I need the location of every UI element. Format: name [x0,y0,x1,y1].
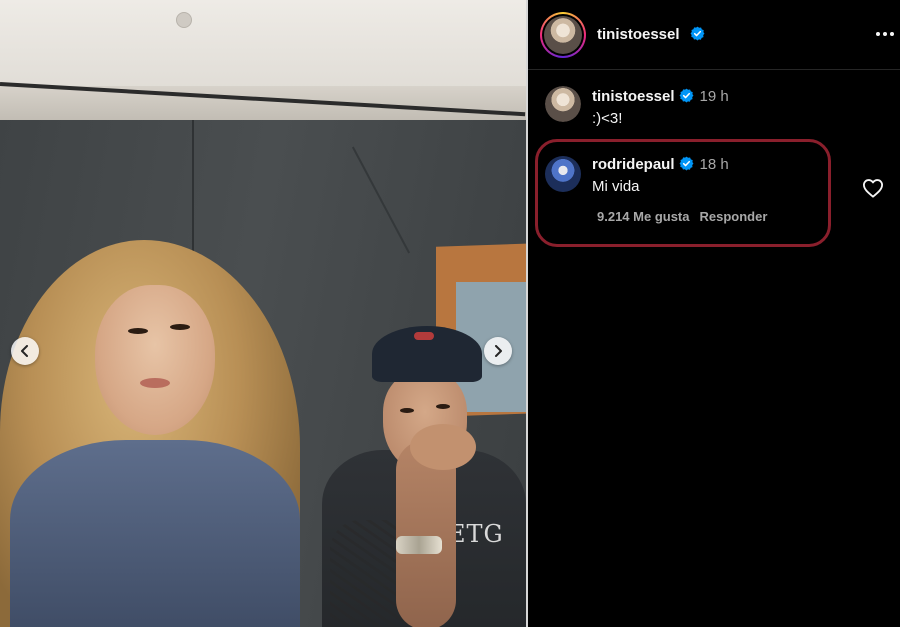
photo-smoke-detector [176,12,192,28]
chevron-left-icon [21,345,28,357]
comments-panel: tinistoessel tinistoessel 19 h :)<3! rod… [528,0,900,627]
highlight-annotation [535,139,831,247]
photo-watch [396,536,442,554]
comment-username[interactable]: tinistoessel [592,88,675,105]
heart-outline-icon[interactable] [862,178,884,198]
verified-badge-icon [679,88,693,103]
photo-man-eye [400,408,414,413]
photo-man-eye [436,404,450,409]
comment-time[interactable]: 19 h [700,88,729,105]
carousel-prev-button[interactable] [11,337,39,365]
verified-badge-icon [690,26,705,41]
more-options-button[interactable] [874,24,896,44]
avatar-image [545,86,581,122]
chevron-right-icon [495,345,502,357]
photo-woman-face [95,285,215,435]
comment-text: :)<3! [592,110,623,127]
comment-avatar[interactable] [545,86,581,122]
more-horizontal-icon [876,32,880,36]
verified-badge-wrap [686,26,705,44]
carousel-next-button[interactable] [484,337,512,365]
photo-woman-eye [128,328,148,334]
photo-shirt-print: ETG [448,520,512,560]
author-avatar[interactable] [540,12,586,58]
photo-woman-lips [140,378,170,388]
photo-man-hand [410,424,476,470]
photo-cap-logo [414,332,434,340]
avatar-image [544,16,582,54]
comment-header: tinistoessel 19 h [592,88,729,105]
post-photo: ETG [0,0,526,627]
shirt-print-text: ETG [448,520,504,548]
photo-woman-eye [170,324,190,330]
photo-woman-shirt [10,440,300,627]
author-username[interactable]: tinistoessel [597,26,680,43]
photo-ceiling-band [0,86,526,120]
post-header: tinistoessel [528,0,900,70]
